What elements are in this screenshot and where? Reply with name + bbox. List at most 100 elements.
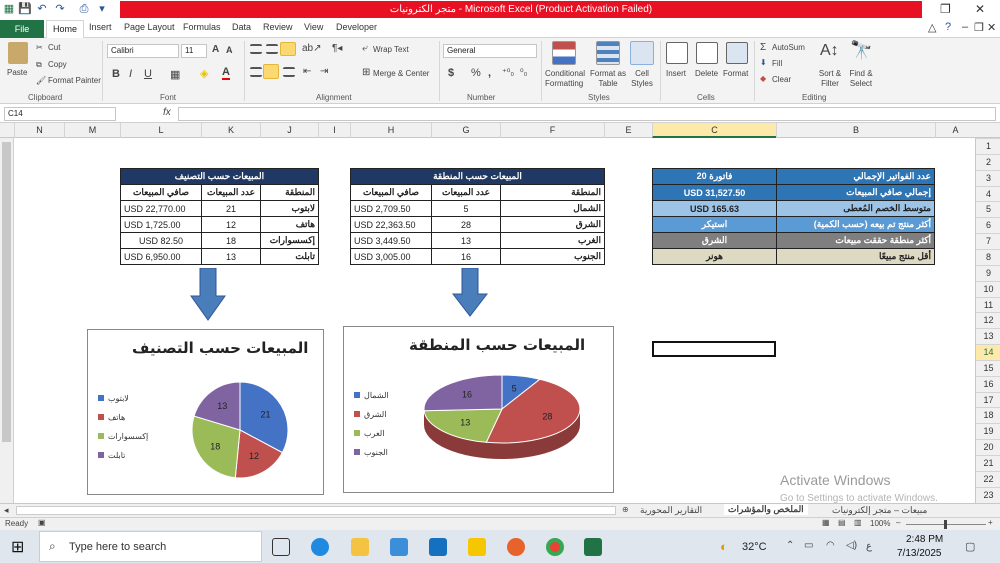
edge-icon[interactable] [311, 538, 329, 556]
col-header[interactable]: K [201, 123, 260, 138]
cell[interactable]: 12 [201, 216, 261, 233]
kpi-label[interactable]: إجمالي صافي المبيعات [776, 184, 935, 201]
fx-icon[interactable]: fx [163, 107, 171, 118]
windows-start-icon[interactable]: ⊞ [11, 537, 24, 557]
row-header[interactable]: 6 [976, 217, 1000, 233]
font-name-select[interactable]: Calibri [107, 44, 179, 58]
row-header[interactable]: 17 [976, 391, 1000, 408]
row-header[interactable]: 19 [976, 423, 1000, 439]
kpi-value[interactable]: الشرق [652, 232, 777, 249]
row-header[interactable]: 2 [976, 153, 1000, 170]
weather-icon[interactable]: ◐ [720, 539, 728, 554]
weather-temp[interactable]: 32°C [742, 541, 767, 553]
row-header[interactable]: 3 [976, 169, 1000, 186]
align-middle-icon[interactable] [266, 44, 278, 54]
undo-icon[interactable]: ↶ [36, 3, 48, 15]
col-header[interactable]: M [64, 123, 120, 138]
kpi-value[interactable]: USD 165.63 [652, 200, 777, 217]
new-sheet-icon[interactable]: ⊕ [622, 505, 629, 514]
col-header[interactable]: A [935, 123, 975, 138]
cell[interactable]: الشرق [500, 216, 605, 233]
header-cell[interactable]: عدد المبيعات [431, 184, 501, 201]
cell[interactable]: USD 3,005.00 [350, 248, 432, 265]
currency-icon[interactable]: $ [448, 67, 454, 79]
zoom-level[interactable]: 100% [870, 519, 890, 528]
merge-center-button[interactable]: Merge & Center [373, 69, 429, 78]
fill-color-icon[interactable]: ◈ [200, 67, 208, 80]
font-color-icon[interactable]: A [222, 66, 230, 80]
cell[interactable]: 5 [431, 200, 501, 217]
cell-styles-icon[interactable] [630, 41, 654, 65]
network-icon[interactable]: ▭ [804, 540, 813, 551]
cell[interactable]: USD 1,725.00 [120, 216, 202, 233]
font-size-select[interactable]: 11 [181, 44, 207, 58]
sort-filter-icon[interactable]: A↕ [820, 42, 839, 60]
clock-time[interactable]: 2:48 PM [906, 534, 943, 545]
tab-formulas[interactable]: Formulas [183, 22, 221, 32]
page-break-view-icon[interactable]: ▥ [854, 518, 862, 527]
kpi-label[interactable]: أكثر منتج تم بيعه (حسب الكمية) [776, 216, 935, 233]
macro-record-icon[interactable]: ▣ [38, 518, 46, 527]
align-top-icon[interactable] [250, 44, 262, 54]
kpi-value[interactable]: فاتورة 20 [652, 168, 777, 185]
row-header[interactable]: 14 [976, 344, 1000, 360]
tab-data[interactable]: Data [232, 22, 251, 32]
cell[interactable]: لابتوب [260, 200, 319, 217]
row-header[interactable]: 7 [976, 233, 1000, 249]
clock-date[interactable]: 7/13/2025 [897, 548, 942, 559]
wifi-icon[interactable]: ◠ [826, 540, 835, 551]
percent-icon[interactable]: % [471, 67, 481, 79]
col-header-selected[interactable]: C [652, 123, 776, 138]
name-box[interactable]: C14 [4, 107, 116, 121]
clear-button[interactable]: Clear [772, 75, 791, 84]
row-header[interactable]: 22 [976, 470, 1000, 487]
merge-center-icon[interactable]: ⊞ [362, 67, 370, 78]
chrome-icon[interactable] [546, 538, 564, 556]
vertical-scrollbar[interactable] [0, 138, 14, 503]
save-icon[interactable]: 💾 [18, 3, 32, 15]
normal-view-icon[interactable]: ▦ [822, 518, 830, 527]
align-bottom-icon[interactable] [280, 42, 296, 56]
col-header[interactable]: N [14, 123, 64, 138]
zoom-slider-thumb[interactable] [944, 520, 947, 529]
zoom-out-icon[interactable]: – [896, 518, 900, 527]
grow-font-icon[interactable]: A [212, 44, 219, 55]
row-header[interactable]: 10 [976, 280, 1000, 297]
header-cell[interactable]: المنطقة [260, 184, 319, 201]
borders-icon[interactable]: ▦ [170, 68, 180, 81]
restore-window-icon[interactable]: ❐ [940, 2, 951, 16]
close-workbook-icon[interactable]: ✕ [987, 21, 996, 34]
region-chart[interactable]: المبيعات حسب المنطقة الشمال الشرق الغرب … [343, 326, 614, 493]
cell[interactable]: 28 [431, 216, 501, 233]
find-select-icon[interactable]: 🔭 [850, 40, 872, 61]
excel-taskbar-icon[interactable] [584, 538, 602, 556]
notifications-icon[interactable]: ▢ [965, 540, 975, 553]
decrease-decimal-icon[interactable]: ⁰₀ [520, 67, 527, 78]
clear-icon[interactable]: ◆ [760, 74, 766, 83]
kpi-value[interactable]: هونر [652, 248, 777, 265]
kpi-label[interactable]: أكثر منطقة حققت مبيعات [776, 232, 935, 249]
find-select-button[interactable]: Find & Select [845, 69, 877, 89]
cell[interactable]: USD 22,363.50 [350, 216, 432, 233]
minimize-workbook-icon[interactable]: – [962, 21, 968, 33]
kpi-value[interactable]: USD 31,527.50 [652, 184, 777, 201]
cell[interactable]: هاتف [260, 216, 319, 233]
bold-icon[interactable]: B [112, 68, 120, 80]
conditional-formatting-button[interactable]: Conditional Formatting [545, 69, 585, 89]
volume-icon[interactable]: ◁) [846, 540, 857, 551]
sheet-tab-summary[interactable]: الملخص والمؤشرات [724, 504, 808, 515]
category-chart[interactable]: المبيعات حسب التصنيف لابتوب هاتف إكسسوار… [87, 329, 324, 495]
format-cells-icon[interactable] [726, 42, 748, 64]
tab-view[interactable]: View [304, 22, 323, 32]
row-header[interactable]: 20 [976, 439, 1000, 455]
align-center-icon[interactable] [263, 64, 279, 79]
restore-workbook-icon[interactable]: ❐ [974, 21, 984, 34]
format-as-table-button[interactable]: Format as Table [588, 69, 628, 89]
format-painter-icon[interactable]: 🖌 [36, 76, 46, 85]
copy-button[interactable]: Copy [48, 60, 67, 69]
store-icon[interactable] [390, 538, 408, 556]
language-indicator[interactable]: ع [866, 541, 872, 552]
row-header[interactable]: 1 [976, 138, 1000, 154]
cell[interactable]: USD 22,770.00 [120, 200, 202, 217]
col-header[interactable]: G [431, 123, 500, 138]
